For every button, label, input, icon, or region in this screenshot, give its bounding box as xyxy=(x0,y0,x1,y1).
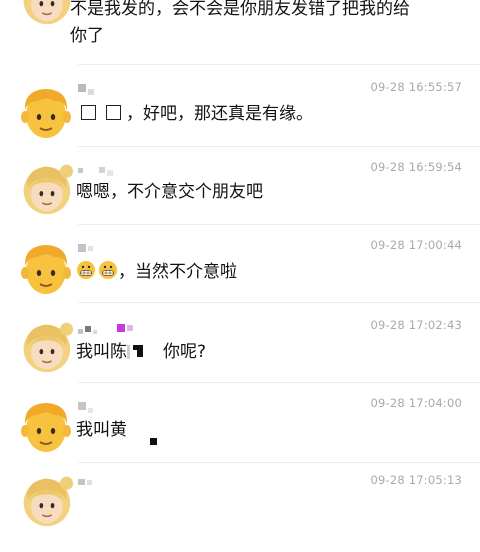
message-text-content: 我叫黄 xyxy=(76,420,127,440)
timestamp: 09-28 17:04:00 xyxy=(370,396,462,410)
man-avatar-icon[interactable] xyxy=(16,82,76,142)
grimace-emoji-icon xyxy=(98,260,118,280)
sender-name-redacted xyxy=(78,162,113,178)
message-text-content: ，当然不介意啦 xyxy=(118,262,237,282)
separator xyxy=(78,224,480,225)
sender-name-redacted xyxy=(78,80,94,96)
message-text: 我叫黄 xyxy=(76,418,162,445)
chat-log: 不是我发的，会不会是你朋友发错了把我的给 你了 09-28 16:55:57 ，… xyxy=(0,0,480,480)
message-text: 我叫陈 你呢? xyxy=(76,340,206,364)
message-text-content: 你呢? xyxy=(163,342,207,362)
sender-name-redacted xyxy=(78,474,92,490)
timestamp: 09-28 17:02:43 xyxy=(370,318,462,332)
message-text: ，好吧，那还真是有缘。 xyxy=(76,102,313,126)
message-partial: 不是我发的，会不会是你朋友发错了把我的给 你了 xyxy=(0,0,480,60)
man-avatar-icon[interactable] xyxy=(16,238,76,298)
blonde-woman-avatar-icon[interactable] xyxy=(18,160,74,216)
message-text-line: 不是我发的，会不会是你朋友发错了把我的给 xyxy=(70,0,410,19)
timestamp: 09-28 17:05:13 xyxy=(370,473,462,487)
message-row: 09-28 16:55:57 ，好吧，那还真是有缘。 xyxy=(0,80,480,160)
sender-name-redacted xyxy=(78,240,93,256)
separator xyxy=(78,382,480,383)
message-text: ，当然不介意啦 xyxy=(76,260,237,284)
message-row: 09-28 17:02:43 我叫陈 你呢? xyxy=(0,316,480,396)
man-avatar-icon[interactable] xyxy=(16,396,76,456)
message-text: 嗯嗯，不介意交个朋友吧 xyxy=(76,182,263,202)
blonde-woman-avatar-icon[interactable] xyxy=(18,472,74,528)
message-text: 不是我发的，会不会是你朋友发错了把我的给 你了 xyxy=(70,0,410,50)
message-row: 09-28 17:00:44 ，当然不介意啦 xyxy=(0,236,480,316)
separator xyxy=(78,462,480,463)
separator xyxy=(78,64,480,65)
message-row: 09-28 17:05:13 xyxy=(0,472,480,552)
timestamp: 09-28 17:00:44 xyxy=(370,238,462,252)
grimace-emoji-icon xyxy=(76,260,96,280)
message-text-line: 你了 xyxy=(70,26,104,46)
placeholder-box-icon xyxy=(106,105,121,120)
separator xyxy=(78,302,480,303)
redacted-name-mosaic xyxy=(132,420,162,445)
sender-name-redacted xyxy=(78,320,133,336)
blonde-woman-avatar-icon[interactable] xyxy=(18,0,74,26)
redacted-name-mosaic xyxy=(127,343,149,361)
timestamp: 09-28 16:55:57 xyxy=(370,80,462,94)
message-row: 09-28 16:59:54 嗯嗯，不介意交个朋友吧 xyxy=(0,158,480,238)
placeholder-box-icon xyxy=(81,105,96,120)
sender-name-redacted xyxy=(78,398,93,414)
separator xyxy=(78,146,480,147)
message-text-content: 我叫陈 xyxy=(76,342,127,362)
timestamp: 09-28 16:59:54 xyxy=(370,160,462,174)
blonde-woman-avatar-icon[interactable] xyxy=(18,318,74,374)
message-text-content: ，好吧，那还真是有缘。 xyxy=(126,104,313,124)
